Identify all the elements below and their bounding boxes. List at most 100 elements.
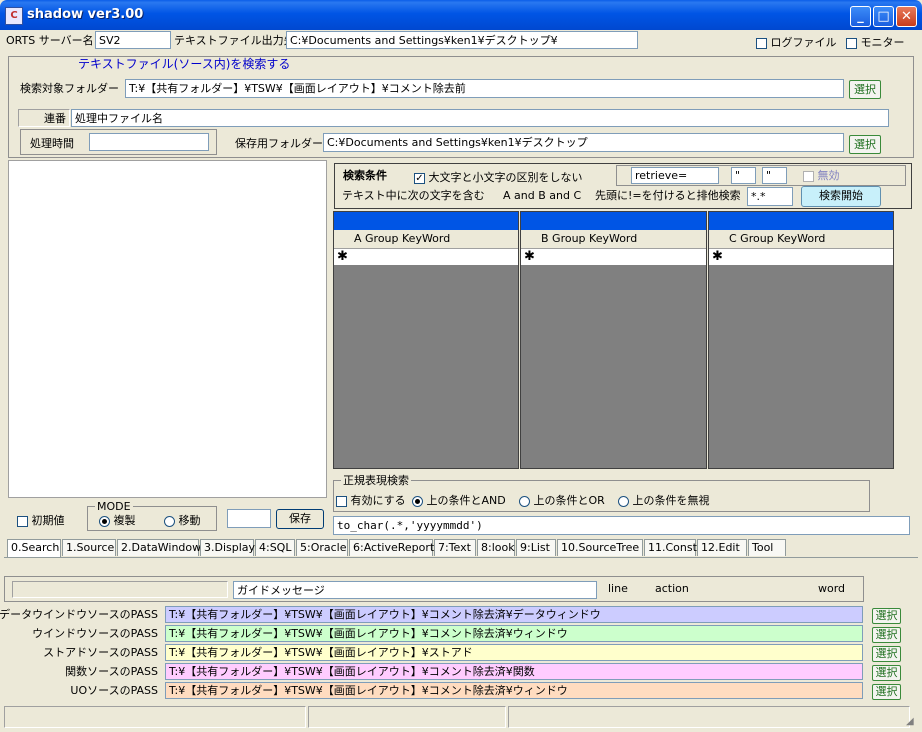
disable-label: 無効 (817, 169, 840, 182)
init-checkbox[interactable]: 初期値 (17, 513, 65, 528)
output-label: テキストファイル出力先 (174, 34, 295, 47)
regex-and-radio[interactable]: 上の条件とAND (412, 493, 506, 508)
log-check-icon[interactable] (756, 37, 767, 49)
path-input[interactable]: T:¥【共有フォルダー】¥TSW¥【画面レイアウト】¥ストアド (165, 644, 863, 661)
case-label: 大文字と小文字の区別をしない (428, 171, 583, 184)
small-input[interactable] (227, 509, 271, 528)
grid-c-header-label: C Group KeyWord (729, 232, 826, 245)
disable-checkbox[interactable]: 無効 (803, 168, 840, 183)
tab-7[interactable]: 7:Text (434, 539, 476, 556)
grid-c-new-row[interactable]: ✱ (709, 249, 893, 265)
path-input[interactable]: T:¥【共有フォルダー】¥TSW¥【画面レイアウト】¥コメント除去済¥データウィ… (165, 606, 863, 623)
path-select-button[interactable]: 選択 (872, 646, 901, 662)
regex-enable-checkbox[interactable]: 有効にする (336, 493, 406, 508)
move-radio[interactable]: 移動 (164, 513, 201, 528)
tab-5[interactable]: 5:Oracle (296, 539, 348, 556)
log-checkbox[interactable]: ログファイル (756, 35, 837, 50)
regex-ignore-radio[interactable]: 上の条件を無視 (618, 493, 710, 508)
tab-divider (4, 557, 918, 558)
action-column-label: action (655, 582, 689, 595)
save-folder-input[interactable]: C:¥Documents and Settings¥ken1¥デスクトップ (323, 133, 844, 152)
target-folder-input[interactable]: T:¥【共有フォルダー】¥TSW¥【画面レイアウト】¥コメント除去前 (125, 79, 844, 98)
grid-a-header: A Group KeyWord (334, 230, 518, 249)
case-checkbox[interactable]: ✓ 大文字と小文字の区別をしない (414, 170, 583, 185)
resize-grip-icon[interactable]: ◢ (906, 716, 914, 727)
radio-off-icon[interactable] (164, 515, 175, 527)
exclude-label: 先頭に!=を付けると排他検索 (595, 189, 741, 202)
server-label: ORTS サーバー名 (6, 34, 94, 47)
grid-b-new-row[interactable]: ✱ (521, 249, 706, 265)
path-select-button[interactable]: 選択 (872, 665, 901, 681)
disable-check-icon[interactable] (803, 170, 814, 182)
radio-off-icon[interactable] (519, 495, 530, 507)
path-label: ストアドソースのPASS (43, 646, 158, 659)
path-label: ウインドウソースのPASS (32, 627, 158, 640)
search-start-button[interactable]: 検索開始 (801, 186, 881, 207)
regex-or-radio[interactable]: 上の条件とOR (519, 493, 605, 508)
grid-a[interactable]: A Group KeyWord ✱ (333, 211, 519, 469)
time-input[interactable] (89, 133, 209, 151)
path-label: UOソースのPASS (70, 684, 158, 697)
save-button[interactable]: 保存 (276, 509, 324, 529)
retrieve-input[interactable]: retrieve= (631, 167, 719, 184)
output-path-input[interactable]: C:¥Documents and Settings¥ken1¥デスクトップ¥ (286, 31, 638, 49)
results-list[interactable] (8, 160, 327, 498)
seq-label: 連番 (44, 112, 66, 125)
regex-or-label: 上の条件とOR (533, 494, 605, 507)
radio-on-icon[interactable] (412, 495, 423, 507)
quote-right-input[interactable]: " (762, 167, 787, 184)
grid-b[interactable]: B Group KeyWord ✱ (520, 211, 707, 469)
path-input[interactable]: T:¥【共有フォルダー】¥TSW¥【画面レイアウト】¥コメント除去済¥ウィンドウ (165, 625, 863, 642)
path-input[interactable]: T:¥【共有フォルダー】¥TSW¥【画面レイアウト】¥コメント除去済¥ウィンドウ (165, 682, 863, 699)
search-group-title: テキストファイル(ソース内)を検索する (78, 57, 291, 71)
tab-10[interactable]: 10.SourceTree (557, 539, 643, 556)
minimize-button[interactable]: _ (850, 6, 871, 27)
conditions-title: 検索条件 (343, 169, 387, 182)
monitor-label: モニター (860, 36, 905, 49)
monitor-checkbox[interactable]: モニター (846, 35, 905, 50)
tab-0[interactable]: 0.Search (7, 539, 61, 558)
case-check-icon[interactable]: ✓ (414, 172, 425, 184)
path-select-button[interactable]: 選択 (872, 627, 901, 643)
quote-left-input[interactable]: " (731, 167, 756, 184)
grid-b-titlebar (521, 212, 706, 230)
tab-2[interactable]: 2.DataWindow (117, 539, 201, 556)
save-folder-label: 保存用フォルダー (235, 137, 323, 150)
regex-input[interactable]: to_char(.*,'yyyymmdd') (333, 516, 910, 535)
grid-c[interactable]: C Group KeyWord ✱ (708, 211, 894, 469)
tab-1[interactable]: 1.Source (62, 539, 116, 556)
path-select-button[interactable]: 選択 (872, 684, 901, 700)
tab-9[interactable]: 9:List (516, 539, 556, 556)
save-folder-select-button[interactable]: 選択 (849, 135, 881, 154)
tab-13[interactable]: Tool (748, 539, 786, 556)
tab-3[interactable]: 3.Display (200, 539, 255, 556)
guide-message-field: ガイドメッセージ (233, 581, 597, 599)
maximize-button[interactable]: □ (873, 6, 894, 27)
new-row-icon: ✱ (712, 249, 723, 264)
tab-6[interactable]: 6:ActiveReport (349, 539, 434, 556)
regex-and-label: 上の条件とAND (426, 494, 506, 507)
grid-b-header: B Group KeyWord (521, 230, 706, 249)
tab-12[interactable]: 12.Edit (697, 539, 747, 556)
init-check-icon[interactable] (17, 515, 28, 527)
path-select-button[interactable]: 選択 (872, 608, 901, 624)
grid-a-new-row[interactable]: ✱ (334, 249, 518, 265)
regex-enable-check-icon[interactable] (336, 495, 347, 507)
pattern-input[interactable]: *.* (747, 187, 793, 206)
server-input[interactable]: SV2 (95, 31, 171, 49)
path-input[interactable]: T:¥【共有フォルダー】¥TSW¥【画面レイアウト】¥コメント除去済¥関数 (165, 663, 863, 680)
tab-11[interactable]: 11.Const (644, 539, 697, 556)
monitor-check-icon[interactable] (846, 37, 857, 49)
close-button[interactable]: ✕ (896, 6, 917, 27)
new-row-icon: ✱ (524, 249, 535, 264)
word-column-label: word (818, 582, 846, 595)
tab-4[interactable]: 4:SQL (255, 539, 295, 556)
copy-radio[interactable]: 複製 (99, 513, 136, 528)
radio-off-icon[interactable] (618, 495, 629, 507)
tab-8[interactable]: 8:look (477, 539, 515, 556)
target-select-button[interactable]: 選択 (849, 80, 881, 99)
new-row-icon: ✱ (337, 249, 348, 264)
grid-c-header: C Group KeyWord (709, 230, 893, 249)
radio-on-icon[interactable] (99, 515, 110, 527)
move-label: 移動 (178, 514, 201, 527)
